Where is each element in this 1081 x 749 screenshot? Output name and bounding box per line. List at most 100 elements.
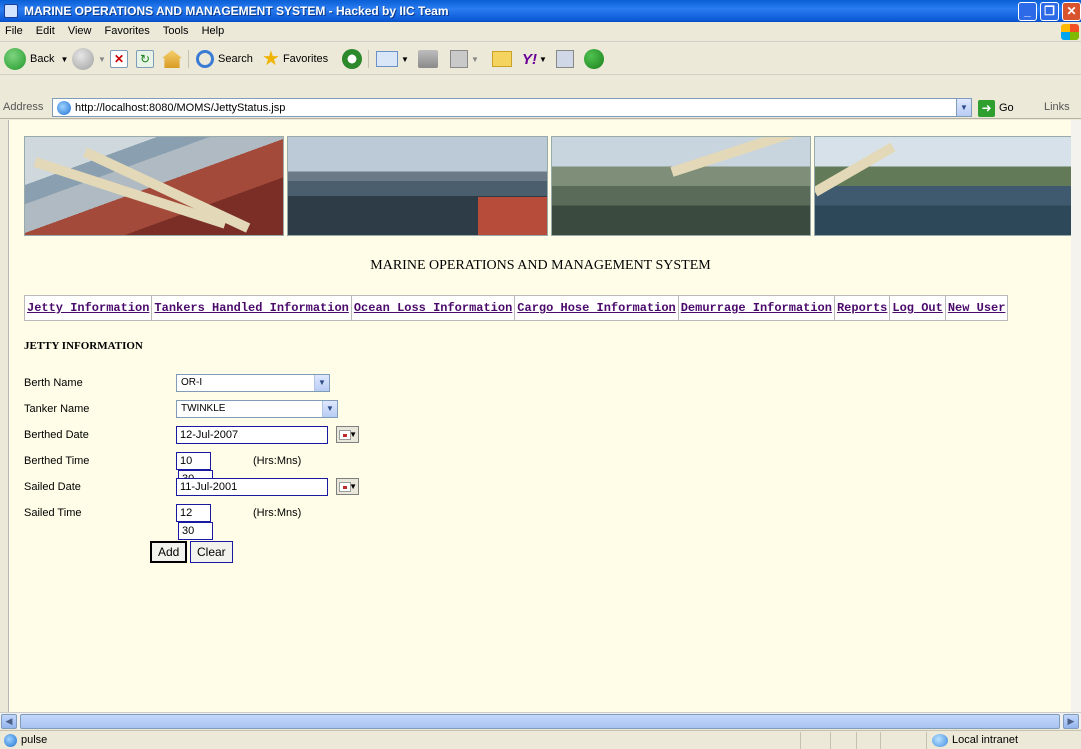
sailed-time-label: Sailed Time [24,507,82,519]
sailed-date-label: Sailed Date [24,481,81,493]
nav-new-user[interactable]: New User [946,296,1008,320]
history-button[interactable] [342,47,362,71]
address-label: Address [3,101,44,113]
favorites-button[interactable]: ★ Favorites [262,47,328,71]
go-arrow-icon: ➜ [978,99,995,117]
main-navigation: Jetty Information Tankers Handled Inform… [24,295,1009,321]
menu-edit[interactable]: Edit [31,22,60,37]
clear-button[interactable]: Clear [190,541,233,563]
edit-dropdown-icon: ▼ [471,54,479,64]
messenger-icon [584,49,604,69]
banner-photo-harbor [287,136,548,236]
berthed-date-calendar-button[interactable]: ▼ [336,426,359,443]
menu-tools[interactable]: Tools [158,22,194,37]
print-button[interactable] [418,47,438,71]
scroll-thumb[interactable] [20,714,1060,729]
menu-view[interactable]: View [63,22,97,37]
berth-name-dropdown-icon: ▼ [314,375,329,391]
berthed-time-hours-input[interactable]: 10 [176,452,211,470]
toolbar-separator [368,50,369,68]
stop-button[interactable]: ✕ [110,47,128,71]
edit-button[interactable]: ▼ [450,47,479,71]
nav-ocean-loss-information[interactable]: Ocean Loss Information [352,296,516,320]
nav-log-out[interactable]: Log Out [890,296,946,320]
forward-dropdown-icon[interactable]: ▼ [98,55,106,64]
window-title: MARINE OPERATIONS AND MANAGEMENT SYSTEM … [24,4,449,18]
berthed-time-label: Berthed Time [24,455,90,467]
home-icon [162,50,182,68]
back-button[interactable]: Back ▼ [4,47,68,71]
sailed-time-hint: (Hrs:Mns) [253,507,302,519]
address-input[interactable]: http://localhost:8080/MOMS/JettyStatus.j… [52,98,972,117]
yahoo-button[interactable]: Y! ▼ [522,47,547,71]
berthed-time-hint: (Hrs:Mns) [253,455,302,467]
add-button[interactable]: Add [150,541,188,563]
back-label: Back [30,53,55,65]
research-button[interactable] [556,47,574,71]
scroll-left-icon[interactable]: ◀ [1,714,17,729]
search-icon [196,50,214,68]
maximize-button[interactable]: ❐ [1040,2,1059,21]
sailed-time-mins-input[interactable]: 30 [178,522,213,540]
title-bar: MARINE OPERATIONS AND MANAGEMENT SYSTEM … [0,0,1081,22]
menu-file[interactable]: File [0,22,28,37]
berth-name-row: Berth Name OR-I ▼ [24,374,330,394]
back-dropdown-icon[interactable]: ▼ [60,55,68,64]
address-url: http://localhost:8080/MOMS/JettyStatus.j… [75,102,286,114]
print-icon [418,50,438,68]
scroll-right-icon[interactable]: ▶ [1063,714,1079,729]
address-dropdown-icon[interactable]: ▼ [956,99,971,116]
header-banner [24,136,1071,236]
search-button[interactable]: Search [196,47,253,71]
edit-icon [450,50,468,68]
tanker-name-value: TWINKLE [181,403,226,414]
vertical-scrollbar[interactable] [1071,120,1081,712]
nav-jetty-information[interactable]: Jetty Information [25,296,153,320]
sailed-time-hours-input[interactable]: 12 [176,504,211,522]
status-cell [800,732,801,749]
nav-tankers-handled-information[interactable]: Tankers Handled Information [152,296,352,320]
folder-icon [492,51,512,67]
sailed-date-input[interactable]: 11-Jul-2001 [176,478,328,496]
links-button[interactable]: Links [1044,101,1070,113]
berthed-date-input[interactable]: 12-Jul-2007 [176,426,328,444]
folder-button[interactable] [492,47,512,71]
forward-arrow-icon [72,48,94,70]
mail-dropdown-icon: ▼ [401,54,409,64]
minimize-button[interactable]: _ [1018,2,1037,21]
berth-name-value: OR-I [181,377,203,388]
status-text: pulse [21,734,48,746]
messenger-button[interactable] [584,47,604,71]
system-title: MARINE OPERATIONS AND MANAGEMENT SYSTEM [370,258,711,273]
refresh-icon: ↻ [136,50,154,68]
close-button[interactable]: ✕ [1062,2,1081,21]
nav-demurrage-information[interactable]: Demurrage Information [679,296,835,320]
berth-name-label: Berth Name [24,377,83,389]
address-bar: Address http://localhost:8080/MOMS/Jetty… [0,97,1081,119]
menu-favorites[interactable]: Favorites [100,22,155,37]
tanker-name-row: Tanker Name TWINKLE ▼ [24,400,338,420]
intranet-zone-icon [932,734,948,747]
sailed-date-calendar-button[interactable]: ▼ [336,478,359,495]
horizontal-scrollbar[interactable]: ◀ ▶ [0,712,1081,729]
research-icon [556,50,574,68]
refresh-button[interactable]: ↻ [136,47,154,71]
tanker-name-select[interactable]: TWINKLE ▼ [176,400,338,418]
nav-cargo-hose-information[interactable]: Cargo Hose Information [515,296,679,320]
menu-help[interactable]: Help [197,22,230,37]
status-bar: pulse Local intranet [0,730,1081,749]
favorites-star-icon: ★ [262,48,280,70]
home-button[interactable] [162,47,182,71]
berth-name-select[interactable]: OR-I ▼ [176,374,330,392]
page-content: MARINE OPERATIONS AND MANAGEMENT SYSTEM … [8,120,1071,712]
browser-window: MARINE OPERATIONS AND MANAGEMENT SYSTEM … [0,0,1081,749]
status-cell [856,732,857,749]
mail-button[interactable]: ▼ [376,47,409,71]
go-button[interactable]: ➜ Go [978,99,1014,117]
nav-reports[interactable]: Reports [835,296,891,320]
forward-button[interactable]: ▼ [72,47,106,71]
app-icon [4,4,18,18]
status-cell [880,732,881,749]
berthed-date-label: Berthed Date [24,429,89,441]
stop-icon: ✕ [110,50,128,68]
